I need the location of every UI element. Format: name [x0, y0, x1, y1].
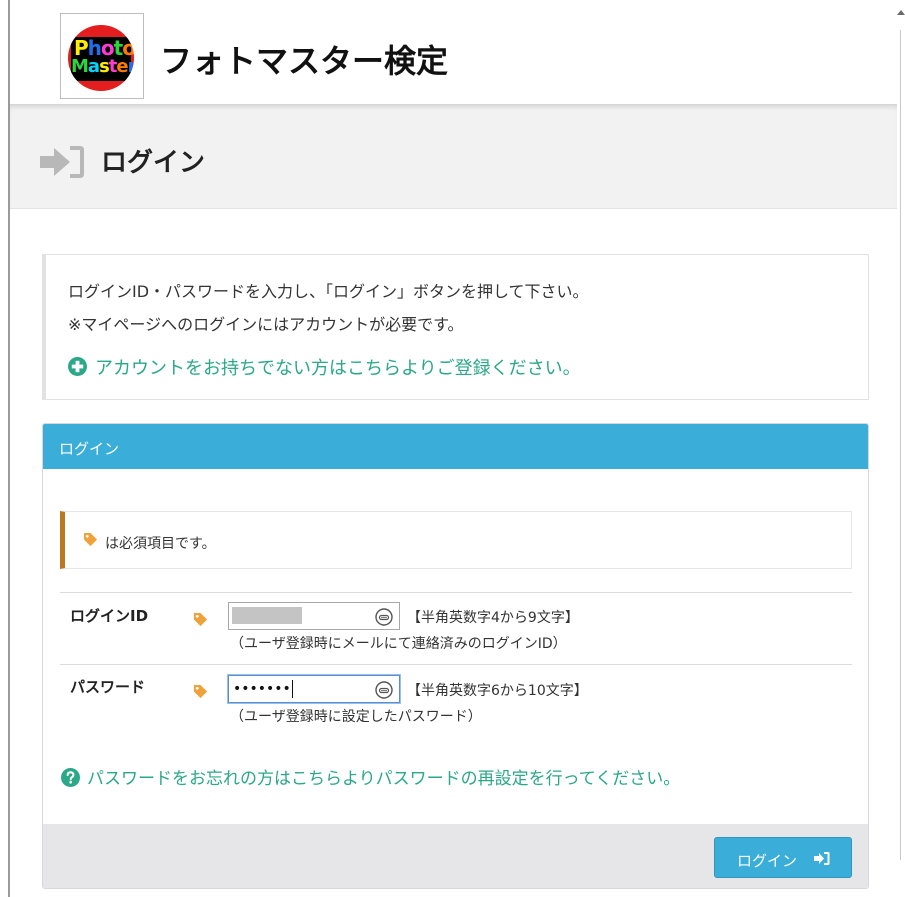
sign-in-icon — [814, 852, 830, 865]
page: Photo Master フォトマスター検定 ログイン ログインID・パスワード… — [10, 0, 897, 897]
login-panel-header: ログイン — [43, 424, 868, 469]
required-tag-icon — [193, 612, 208, 627]
password-input[interactable]: ••••••• — [228, 675, 400, 703]
register-link-label: アカウントをお持ちでない方はこちらよりご登録ください。 — [95, 358, 581, 379]
login-id-value-redacted — [232, 607, 302, 624]
login-id-note: （ユーザ登録時にメールにて連絡済みのログインID） — [230, 636, 567, 652]
login-id-rule: 【半角英数字4から9文字】 — [407, 610, 579, 626]
question-circle-icon — [61, 768, 80, 787]
page-title-band: ログイン — [10, 104, 897, 209]
login-id-label: ログインID — [70, 607, 149, 625]
page-title: ログイン — [101, 148, 206, 178]
scrollbar-track[interactable] — [900, 30, 901, 860]
forgot-password-link[interactable]: パスワードをお忘れの方はこちらよりパスワードの再設定を行ってください。 — [61, 764, 680, 789]
password-note: （ユーザ登録時に設定したパスワード） — [230, 709, 482, 725]
password-manager-icon[interactable] — [375, 681, 393, 699]
account-required-note: ※マイページへのログインにはアカウントが必要です。 — [68, 315, 464, 334]
login-id-input[interactable] — [228, 602, 400, 630]
login-panel: ログイン は必須項目です。 ログインID 【半角英数字4から9文字】 （ユーザ登… — [42, 423, 869, 889]
required-fields-note: は必須項目です。 — [60, 511, 852, 569]
password-manager-icon[interactable] — [375, 608, 393, 626]
login-instructions: ログインID・パスワードを入力し、「ログイン」ボタンを押して下さい。 ※マイペー… — [42, 254, 869, 400]
logo-disc: Photo Master — [68, 25, 134, 91]
plus-circle-icon — [68, 357, 87, 376]
site-header: Photo Master フォトマスター検定 — [10, 0, 897, 104]
login-button[interactable]: ログイン — [714, 837, 852, 878]
password-rule: 【半角英数字6から10文字】 — [407, 683, 588, 699]
instruction-line: ログインID・パスワードを入力し、「ログイン」ボタンを押して下さい。 — [68, 282, 589, 301]
login-button-label: ログイン — [737, 852, 798, 870]
required-note-text: は必須項目です。 — [105, 536, 216, 552]
login-panel-title: ログイン — [59, 440, 120, 458]
form-divider — [60, 664, 852, 665]
site-title[interactable]: フォトマスター検定 — [160, 36, 448, 82]
logo-photo-text: Photo — [74, 36, 134, 60]
register-account-link[interactable]: アカウントをお持ちでない方はこちらよりご登録ください。 — [68, 354, 581, 380]
password-label: パスワード — [70, 678, 146, 696]
scroll-up-arrow-icon[interactable] — [897, 10, 905, 15]
text-caret — [292, 680, 293, 698]
site-logo[interactable]: Photo Master — [60, 13, 144, 99]
login-panel-footer: ログイン — [43, 824, 868, 888]
required-tag-icon — [193, 684, 208, 699]
forgot-link-label: パスワードをお忘れの方はこちらよりパスワードの再設定を行ってください。 — [87, 769, 681, 789]
sign-in-icon — [40, 146, 84, 178]
scrollbar[interactable] — [897, 0, 905, 897]
logo-master-text: Master — [71, 56, 134, 77]
tag-icon — [83, 532, 98, 547]
form-divider — [60, 592, 852, 593]
password-value: ••••••• — [233, 681, 291, 697]
